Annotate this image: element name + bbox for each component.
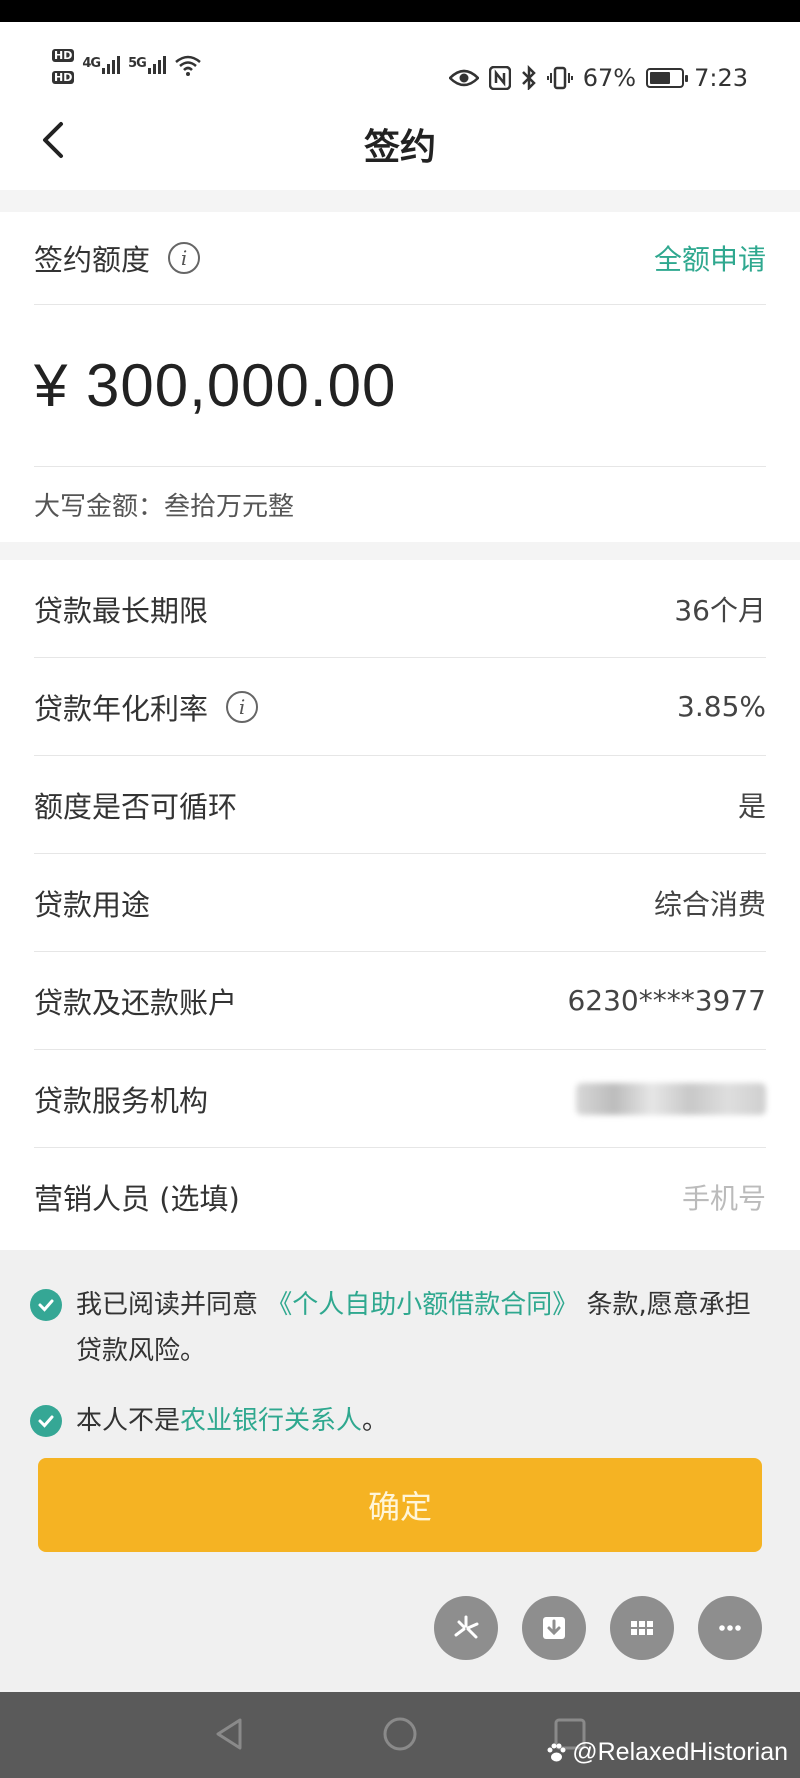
vibrate-icon: [546, 66, 573, 90]
status-right: 67% 7:23: [448, 64, 748, 92]
detail-label: 贷款用途: [34, 887, 151, 922]
hd-badge-2: HD: [52, 71, 75, 84]
agreement-not-related[interactable]: 本人不是农业银行关系人。: [30, 1398, 770, 1444]
detail-row-purpose[interactable]: 贷款用途 综合消费: [34, 854, 766, 952]
detail-label: 贷款最长期限: [34, 593, 209, 628]
detail-label: 营销人员 (选填): [34, 1182, 240, 1216]
nfc-icon: [488, 66, 511, 90]
wifi-icon: [174, 55, 201, 76]
detail-label: 贷款及还款账户: [34, 985, 238, 1020]
status-left: HD HD 4G 5G: [52, 46, 202, 87]
nav-home-icon[interactable]: [380, 1714, 420, 1754]
signal-4g-icon: 4G: [82, 46, 121, 82]
detail-value: 综合消费: [653, 887, 766, 921]
eye-icon: [448, 69, 479, 87]
detail-label: 额度是否可循环: [34, 789, 238, 824]
detail-label: 贷款服务机构: [34, 1083, 209, 1118]
page-title: 签约: [363, 127, 436, 168]
detail-row-institution: 贷款服务机构: [34, 1050, 766, 1148]
agreement-text-1: 我已阅读并同意 《个人自助小额借款合同》 条款,愿意承担贷款风险。: [76, 1290, 751, 1366]
detail-label-rate: 贷款年化利率 i: [34, 686, 259, 728]
agreement-contract[interactable]: 我已阅读并同意 《个人自助小额借款合同》 条款,愿意承担贷款风险。: [30, 1282, 770, 1374]
blurred-institution-value: [576, 1082, 766, 1115]
clock: 7:23: [694, 64, 748, 92]
top-black-strip: [0, 0, 800, 22]
detail-value: 6230****3977: [567, 984, 766, 1017]
detail-row-rate: 贷款年化利率 i 3.85%: [34, 658, 766, 756]
checkbox-checked-icon[interactable]: [30, 1289, 62, 1321]
agreement-text-2: 本人不是农业银行关系人。: [76, 1406, 389, 1436]
floating-toolbar: [434, 1596, 762, 1660]
loan-details-card: 贷款最长期限 36个月 贷款年化利率 i 3.85% 额度是否可循环 是 贷款用途…: [0, 560, 800, 1250]
screen: HD HD 4G 5G 67% 7:23 签约 签约额度 i 全额申请 ¥ 30…: [0, 0, 800, 1778]
detail-value: 是: [737, 789, 766, 823]
bluetooth-icon: [521, 65, 536, 91]
battery-icon: [646, 68, 689, 88]
full-apply-link[interactable]: 全额申请: [654, 238, 766, 278]
battery-percent: 67%: [582, 64, 637, 92]
watermark: @RelaxedHistorian: [544, 1738, 788, 1767]
marketer-phone-input[interactable]: 手机号: [682, 1177, 766, 1217]
quota-amount: ¥ 300,000.00: [34, 352, 397, 419]
detail-row-term: 贷款最长期限 36个月: [34, 560, 766, 658]
quota-card: 签约额度 i 全额申请 ¥ 300,000.00 大写金额： 叁拾万元整: [0, 212, 800, 542]
paw-icon: [547, 1743, 566, 1761]
amount-row: ¥ 300,000.00: [34, 305, 766, 467]
quota-label: 签约额度 i: [34, 237, 201, 279]
detail-value: 36个月: [674, 593, 766, 627]
nav-bar: 签约: [0, 90, 800, 190]
caps-value: 叁拾万元整: [164, 492, 295, 522]
checkbox-checked-icon[interactable]: [30, 1405, 62, 1437]
confirm-button[interactable]: 确定: [38, 1458, 762, 1552]
contract-link[interactable]: 《个人自助小额借款合同》: [266, 1290, 578, 1320]
quota-header-row: 签约额度 i 全额申请: [34, 212, 766, 305]
sparkle-icon[interactable]: [434, 1596, 498, 1660]
caps-amount-row: 大写金额： 叁拾万元整: [34, 467, 766, 542]
caps-label: 大写金额：: [34, 492, 165, 522]
detail-value: 3.85%: [677, 690, 766, 723]
detail-row-revolving: 额度是否可循环 是: [34, 756, 766, 854]
detail-row-marketer[interactable]: 营销人员 (选填) 手机号: [34, 1148, 766, 1246]
nav-back-icon[interactable]: [210, 1714, 250, 1754]
related-party-link[interactable]: 农业银行关系人: [180, 1406, 362, 1436]
download-icon[interactable]: [522, 1596, 586, 1660]
detail-row-account[interactable]: 贷款及还款账户 6230****3977: [34, 952, 766, 1050]
grid-icon[interactable]: [610, 1596, 674, 1660]
hd-badge-1: HD: [52, 49, 75, 62]
more-icon[interactable]: [698, 1596, 762, 1660]
info-icon[interactable]: i: [226, 690, 259, 723]
watermark-text: @RelaxedHistorian: [572, 1738, 788, 1766]
info-icon[interactable]: i: [168, 242, 201, 274]
signal-5g-icon: 5G: [128, 46, 166, 82]
